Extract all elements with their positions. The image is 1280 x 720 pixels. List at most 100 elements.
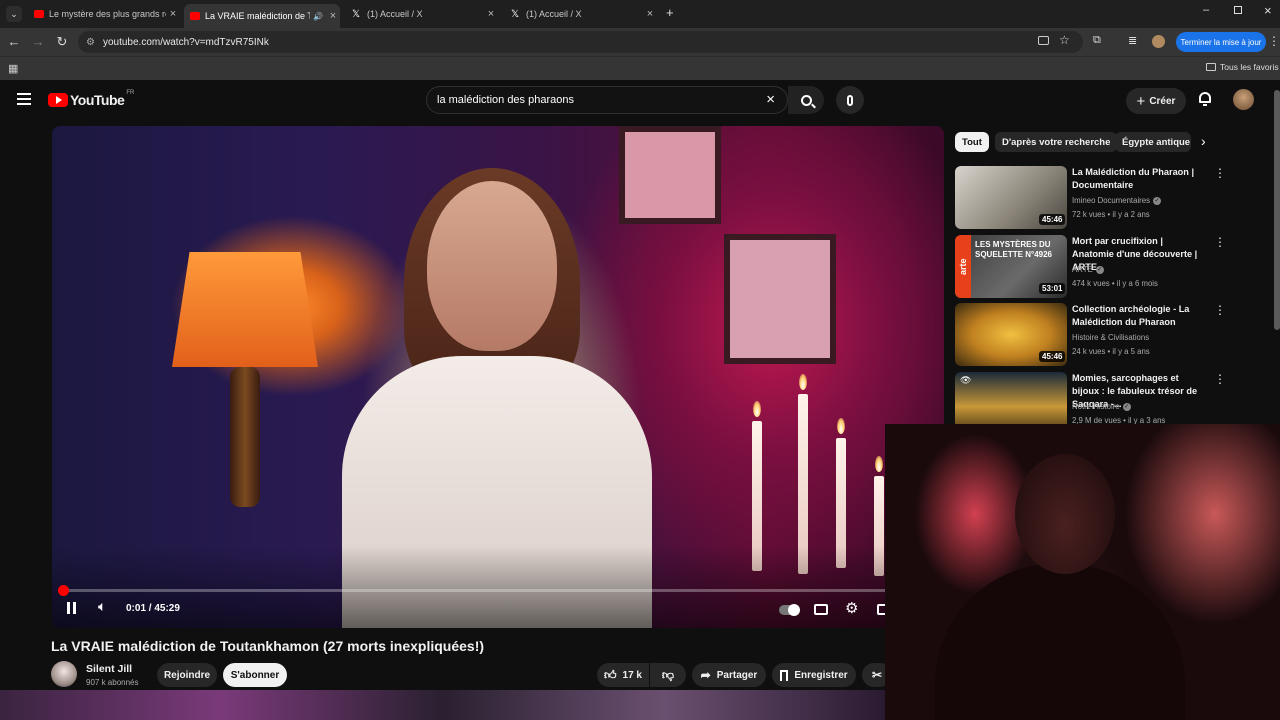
close-tab-icon[interactable]: × — [166, 8, 180, 20]
tab-title: La VRAIE malédiction de Tou — [205, 11, 310, 21]
recommendation-meta: 72 k vues • il y a 2 ans — [1072, 210, 1150, 219]
youtube-wordmark: YouTube — [70, 92, 125, 108]
recommendation-channel: Histoire & Civilisations — [1072, 333, 1150, 342]
browser-tab[interactable]: 𝕏 (1) Accueil / X × — [346, 4, 498, 24]
chip-ancient-egypt[interactable]: Égypte antique — [1115, 132, 1191, 152]
recommendation-title: La Malédiction du Pharaon | Documentaire — [1072, 167, 1195, 190]
candle-flame — [799, 374, 807, 390]
finish-update-button[interactable]: Terminer la mise à jour — [1176, 32, 1266, 52]
folder-icon — [1206, 63, 1216, 71]
bookmark-star-icon[interactable]: ☆ — [1059, 33, 1070, 47]
new-tab-icon[interactable]: + — [666, 5, 674, 20]
pause-icon[interactable] — [67, 602, 77, 614]
page-scrollbar[interactable] — [1274, 90, 1280, 330]
browser-tab[interactable]: Le mystère des plus grands rés × — [28, 4, 180, 24]
more-actions-icon[interactable]: ⋮ — [1214, 372, 1226, 386]
notifications-bell-icon[interactable] — [1198, 91, 1212, 106]
more-actions-icon[interactable]: ⋮ — [1214, 303, 1226, 317]
tab-title: (1) Accueil / X — [367, 9, 423, 19]
forward-arrow-icon[interactable]: → — [30, 34, 46, 50]
candle-flame — [837, 418, 845, 434]
minimize-icon[interactable]: – — [1203, 4, 1209, 16]
profile-avatar-icon[interactable] — [1152, 35, 1165, 48]
verified-icon: ✓ — [1122, 402, 1131, 411]
search-input[interactable]: la malédiction des pharaons × — [426, 86, 788, 114]
url-text: youtube.com/watch?v=mdTzvR75INk — [102, 36, 269, 48]
close-tab-icon[interactable]: × — [326, 10, 340, 22]
recommendation-meta: 474 k vues • il y a 6 mois — [1072, 279, 1158, 288]
more-actions-icon[interactable]: ⋮ — [1214, 235, 1226, 249]
menu-kebab-icon[interactable]: ⋮ — [1268, 34, 1280, 48]
share-button[interactable]: ➦ Partager — [692, 663, 766, 687]
browser-tab-active[interactable]: La VRAIE malédiction de Tou 🔊 × — [184, 4, 340, 28]
channel-name[interactable]: Silent Jill — [86, 663, 132, 675]
youtube-logo[interactable]: YouTube FR — [48, 90, 134, 108]
close-tab-icon[interactable]: × — [484, 8, 498, 20]
channel-avatar[interactable] — [51, 661, 77, 687]
chip-all[interactable]: Tout — [955, 132, 989, 152]
video-player[interactable]: 🔈︎ 0:01 / 45:29 ⚙ — [52, 126, 944, 628]
streamer-body — [935, 564, 1185, 720]
site-info-icon[interactable]: ⚙ — [86, 37, 95, 48]
back-arrow-icon[interactable]: ← — [6, 34, 22, 50]
progress-scrubber-handle[interactable] — [58, 585, 69, 596]
settings-gear-icon[interactable]: ⚙ — [845, 599, 858, 617]
streamer-head — [1015, 454, 1115, 574]
recommendation-item[interactable]: 45:46 Collection archéologie - La Malédi… — [955, 303, 1227, 367]
save-button[interactable]: Enregistrer — [772, 663, 856, 687]
apps-grid-icon[interactable]: ▦ — [8, 62, 18, 75]
video-title: La VRAIE malédiction de Toutankhamon (27… — [51, 638, 485, 654]
subscribe-button[interactable]: S'abonner — [223, 663, 287, 687]
more-actions-icon[interactable]: ⋮ — [1214, 166, 1226, 180]
recommendation-item[interactable]: arte LES MYSTÈRES DU SQUELETTE N°4926 53… — [955, 235, 1227, 299]
close-window-icon[interactable]: × — [1264, 3, 1272, 18]
lamp-base — [230, 367, 260, 507]
recommendation-channel: Notre Histoire ✓ — [1072, 402, 1131, 411]
address-bar[interactable]: ⚙ youtube.com/watch?v=mdTzvR75INk — [78, 31, 1083, 53]
create-label: Créer — [1149, 95, 1176, 107]
tab-list-button[interactable]: ⌄ — [6, 6, 22, 22]
duration-badge: 45:46 — [1039, 351, 1066, 362]
recommendation-item[interactable]: 45:46 La Malédiction du Pharaon | Docume… — [955, 166, 1227, 230]
reload-icon[interactable]: ↻ — [54, 34, 70, 50]
chip-related-search[interactable]: D'après votre recherche — [995, 132, 1118, 152]
subtitles-icon[interactable] — [814, 604, 828, 615]
youtube-favicon-icon — [190, 12, 200, 20]
plus-icon: + — [1136, 92, 1146, 110]
clear-search-icon[interactable]: × — [766, 91, 775, 108]
browser-tab-bar: ⌄ Le mystère des plus grands rés × La VR… — [0, 0, 1280, 28]
recommendation-title: Collection archéologie - La Malédiction … — [1072, 304, 1190, 327]
create-button[interactable]: + Créer — [1126, 88, 1186, 114]
youtube-play-logo-icon — [48, 93, 68, 107]
time-display: 0:01 / 45:29 — [126, 603, 180, 614]
video-progress-bar[interactable] — [58, 585, 936, 596]
speaker-icon[interactable]: 🔊 — [313, 12, 323, 21]
media-controls-icon[interactable]: ≣ — [1128, 34, 1137, 47]
account-avatar[interactable] — [1233, 89, 1254, 110]
install-app-icon[interactable] — [1038, 36, 1049, 45]
autoplay-toggle[interactable] — [779, 604, 800, 616]
thumbs-down-icon: 👎︎ — [661, 667, 675, 682]
bookmarks-bar: ▦ Tous les favoris — [0, 56, 1280, 80]
volume-icon[interactable]: 🔈︎ — [98, 598, 106, 615]
browser-tab[interactable]: 𝕏 (1) Accueil / X × — [505, 4, 657, 24]
restore-icon[interactable] — [1234, 6, 1242, 14]
chips-next-chevron-icon[interactable]: › — [1201, 133, 1206, 149]
search-button[interactable] — [788, 86, 824, 114]
hamburger-menu-icon[interactable] — [17, 93, 31, 105]
browser-toolbar: ← → ↻ ⚙ youtube.com/watch?v=mdTzvR75INk … — [0, 28, 1280, 56]
scissors-icon: ✂ — [871, 668, 883, 682]
search-query-text: la malédiction des pharaons — [437, 94, 574, 106]
like-button[interactable]: 👍︎ 17 k — [597, 663, 649, 687]
close-tab-icon[interactable]: × — [643, 8, 657, 20]
voice-search-button[interactable] — [836, 86, 864, 114]
all-favorites-folder[interactable]: Tous les favoris — [1206, 62, 1279, 72]
dislike-button[interactable]: 👎︎ — [650, 663, 686, 687]
recommendation-channel: ARTE ✓ — [1072, 265, 1104, 274]
wall-frame — [724, 234, 836, 364]
youtube-favicon-icon — [34, 10, 44, 18]
subscriber-count: 907 k abonnés — [86, 678, 139, 687]
share-label: Partager — [716, 669, 758, 681]
join-button[interactable]: Rejoindre — [157, 663, 217, 687]
extensions-icon[interactable]: ⧉ — [1093, 34, 1101, 47]
